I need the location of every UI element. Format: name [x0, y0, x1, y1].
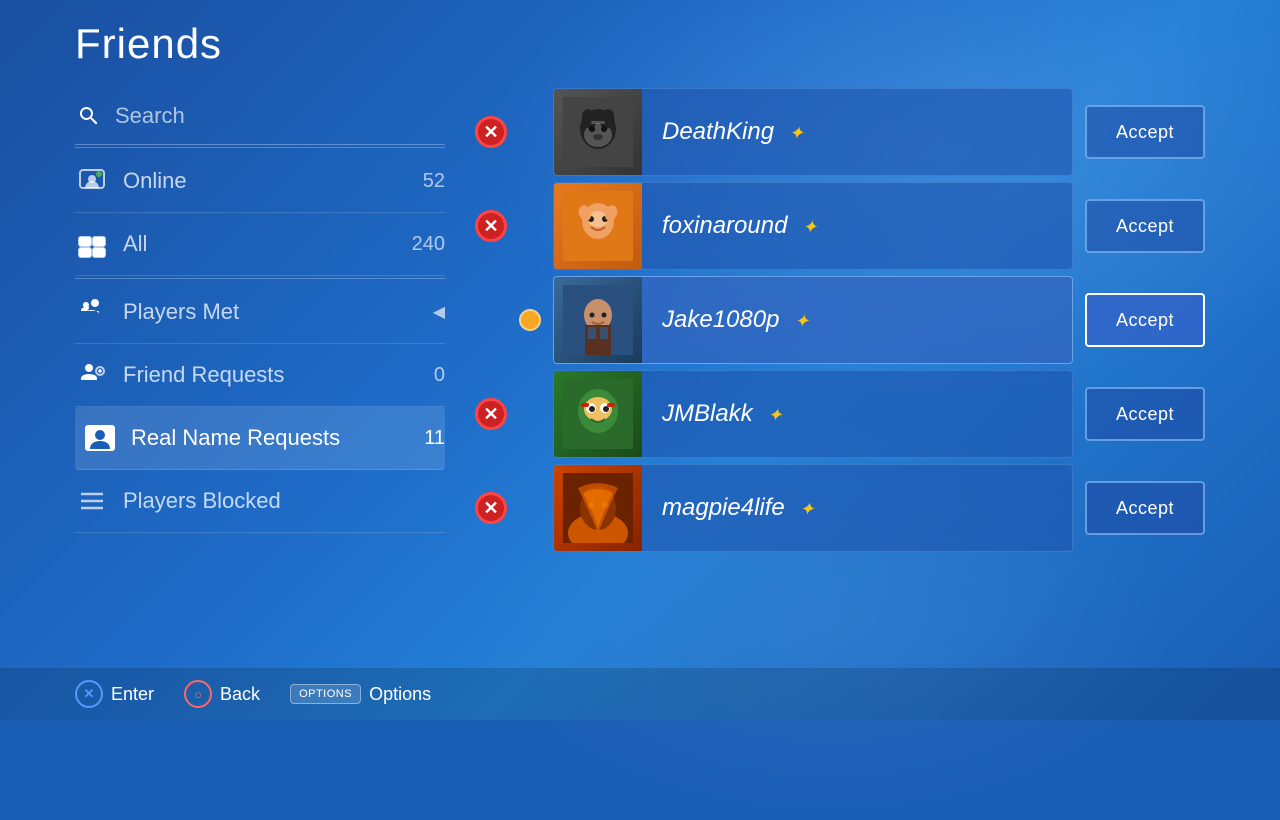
table-row: Jake1080p ✦ Accept: [475, 276, 1205, 364]
footer: ✕ Enter ○ Back OPTIONS Options: [0, 668, 1280, 720]
avatar-3: [554, 276, 642, 364]
ps-plus-icon-5: ✦: [799, 499, 814, 519]
sidebar-item-friend-requests-count: 0: [434, 364, 445, 387]
ps-plus-icon-1: ✦: [789, 123, 804, 143]
sidebar-item-players-blocked-label: Players Blocked: [123, 488, 445, 514]
table-row: ✕: [475, 88, 1205, 176]
friend-name-3: Jake1080p ✦: [642, 306, 1072, 334]
sidebar-divider-1: [75, 147, 445, 148]
footer-action-enter: ✕ Enter: [75, 680, 154, 708]
ps-plus-icon-4: ✦: [767, 405, 782, 425]
options-label: Options: [369, 684, 431, 705]
friend-name-4: JMBlakk ✦: [642, 400, 1072, 428]
page-title: Friends: [75, 20, 1205, 68]
back-button-icon: ○: [184, 680, 212, 708]
footer-action-options: OPTIONS Options: [290, 684, 431, 705]
remove-friend-button-4[interactable]: ✕: [475, 398, 507, 430]
ps-plus-icon-2: ✦: [802, 217, 817, 237]
sidebar-item-real-name-requests[interactable]: Real Name Requests 11: [75, 407, 445, 470]
accept-button-4[interactable]: Accept: [1085, 387, 1205, 441]
enter-button-icon: ✕: [75, 680, 103, 708]
friend-requests-icon: [75, 358, 109, 392]
options-button-icon: OPTIONS: [290, 684, 361, 704]
friend-card-3[interactable]: Jake1080p ✦: [553, 276, 1073, 364]
friend-name-2: foxinaround ✦: [642, 212, 1072, 240]
avatar-2: [554, 182, 642, 270]
ps-plus-icon-3: ✦: [794, 311, 809, 331]
accept-button-1[interactable]: Accept: [1085, 105, 1205, 159]
table-row: ✕: [475, 182, 1205, 270]
sidebar-item-real-name-requests-count: 11: [424, 427, 445, 450]
accept-button-5[interactable]: Accept: [1085, 481, 1205, 535]
sidebar-item-players-met-label: Players Met: [123, 299, 419, 325]
sidebar-item-all-label: All: [123, 231, 398, 257]
sidebar-item-all[interactable]: All 240: [75, 213, 445, 276]
search-input-label: Search: [115, 103, 185, 129]
sidebar-item-players-met[interactable]: Players Met ◀: [75, 281, 445, 344]
avatar-1: [554, 88, 642, 176]
sidebar-item-online-count: 52: [423, 170, 445, 193]
friend-name-1: DeathKing ✦: [642, 118, 1072, 146]
friend-card-5[interactable]: magpie4life ✦: [553, 464, 1073, 552]
accept-button-3[interactable]: Accept: [1085, 293, 1205, 347]
sidebar-item-real-name-requests-label: Real Name Requests: [131, 425, 410, 451]
players-met-icon: [75, 295, 109, 329]
online-icon: [75, 164, 109, 198]
remove-friend-button-2[interactable]: ✕: [475, 210, 507, 242]
players-blocked-icon: [75, 484, 109, 518]
real-name-icon: [83, 421, 117, 455]
friend-card-4[interactable]: JMBlakk ✦: [553, 370, 1073, 458]
players-met-arrow: ◀: [433, 302, 445, 322]
friend-list: ✕: [475, 78, 1205, 668]
remove-friend-button-5[interactable]: ✕: [475, 492, 507, 524]
avatar-5: [554, 464, 642, 552]
table-row: ✕ magp: [475, 464, 1205, 552]
sidebar-item-online[interactable]: Online 52: [75, 150, 445, 213]
remove-friend-button-1[interactable]: ✕: [475, 116, 507, 148]
footer-action-back: ○ Back: [184, 680, 260, 708]
back-label: Back: [220, 684, 260, 705]
enter-label: Enter: [111, 684, 154, 705]
all-icon: [75, 227, 109, 261]
friend-card-2[interactable]: foxinaround ✦: [553, 182, 1073, 270]
accept-button-2[interactable]: Accept: [1085, 199, 1205, 253]
sidebar-item-players-blocked[interactable]: Players Blocked: [75, 470, 445, 533]
sidebar-item-all-count: 240: [412, 233, 445, 256]
status-dot-3: [519, 309, 541, 331]
sidebar-item-friend-requests-label: Friend Requests: [123, 362, 420, 388]
table-row: ✕: [475, 370, 1205, 458]
sidebar-item-online-label: Online: [123, 168, 409, 194]
friend-name-5: magpie4life ✦: [642, 494, 1072, 522]
search-bar[interactable]: Search: [75, 88, 445, 145]
sidebar-divider-2: [75, 278, 445, 279]
sidebar-item-friend-requests[interactable]: Friend Requests 0: [75, 344, 445, 407]
avatar-4: [554, 370, 642, 458]
sidebar: Search Online 52: [75, 78, 445, 668]
search-icon: [75, 102, 103, 130]
friend-card-1[interactable]: DeathKing ✦: [553, 88, 1073, 176]
